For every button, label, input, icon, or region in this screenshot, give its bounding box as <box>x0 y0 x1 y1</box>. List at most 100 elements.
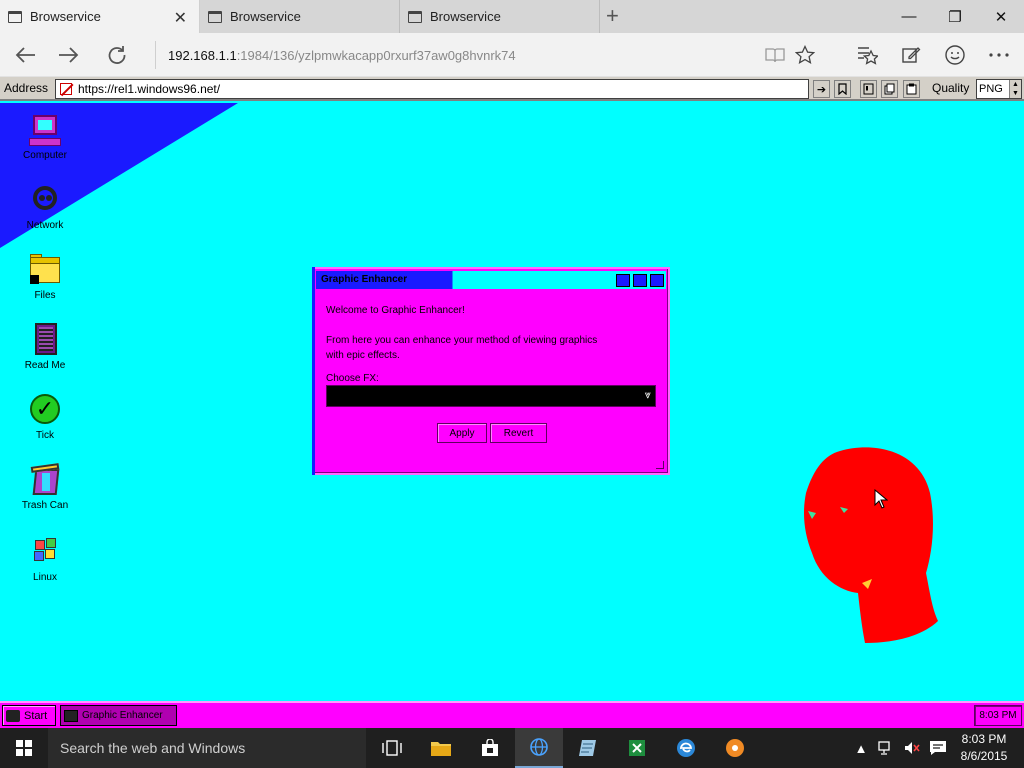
back-arrow-icon[interactable] <box>10 41 40 69</box>
desktop-icon-label: Computer <box>23 150 67 161</box>
page-icon <box>408 10 422 23</box>
window-edge <box>312 267 315 475</box>
bookmarks-list-icon[interactable] <box>860 80 877 98</box>
graphic-enhancer-window: Graphic Enhancer Welcome to Graphic Enha… <box>312 267 670 475</box>
network-tray-icon[interactable] <box>874 728 898 768</box>
bookmark-icon[interactable] <box>834 80 851 98</box>
edge-app-button[interactable] <box>662 728 710 768</box>
desktop-icon-readme[interactable]: Read Me <box>10 323 80 371</box>
win96-taskbar: Start Graphic Enhancer 8:03 PM <box>0 701 1024 728</box>
desktop-icon-label: Read Me <box>24 360 66 371</box>
search-box[interactable]: Search the web and Windows <box>48 728 366 768</box>
close-window-button[interactable]: ✕ <box>978 0 1024 33</box>
excel-icon <box>629 740 645 756</box>
favorite-star-icon[interactable] <box>790 41 820 69</box>
quality-spinner-icon[interactable]: ▲ ▼ <box>1009 80 1021 98</box>
readme-icon <box>28 323 62 357</box>
win96-start-button[interactable]: Start <box>2 705 56 726</box>
media-player-icon <box>726 739 744 757</box>
tray-overflow-icon[interactable]: ▲ <box>852 728 870 768</box>
clock-time: 8:03 PM <box>961 732 1007 746</box>
windows-start-button[interactable] <box>0 728 48 768</box>
quality-value: PNG <box>979 83 1003 95</box>
smiley-feedback-icon[interactable] <box>940 41 970 69</box>
desktop-icon-check[interactable]: ✓ Tick <box>10 393 80 441</box>
forward-arrow-icon[interactable] <box>54 41 84 69</box>
quality-select[interactable]: PNG ▲ ▼ <box>976 79 1022 99</box>
store-button[interactable] <box>466 728 514 768</box>
more-menu-icon[interactable] <box>984 41 1014 69</box>
hub-icon[interactable] <box>852 41 882 69</box>
fx-select[interactable]: ⩔ <box>326 385 656 407</box>
task-view-button[interactable] <box>368 728 416 768</box>
window-close-button[interactable] <box>650 274 664 287</box>
window-minimize-button[interactable] <box>616 274 630 287</box>
window-title: Graphic Enhancer <box>321 274 408 285</box>
window-icon <box>64 709 78 722</box>
action-center-icon[interactable] <box>926 728 950 768</box>
desktop-icon-label: Trash Can <box>21 500 69 511</box>
task-view-icon <box>382 740 402 756</box>
excel-app-button[interactable] <box>613 728 661 768</box>
volume-muted-icon[interactable] <box>900 728 924 768</box>
desktop-icon-computer[interactable]: Computer <box>10 113 80 161</box>
browser-tab-1[interactable]: Browservice ✕ <box>0 0 200 33</box>
go-arrow-icon[interactable]: ➔ <box>813 80 830 98</box>
computer-icon <box>28 113 62 147</box>
windows-taskbar: Search the web and Windows ▲ 8:03 PM 8/6… <box>0 728 1024 768</box>
new-tab-button[interactable]: + <box>606 3 619 29</box>
address-input[interactable]: https://rel1.windows96.net/ <box>55 79 809 99</box>
page-icon <box>8 10 22 23</box>
clipboard-icon[interactable] <box>903 80 920 98</box>
url-path: :1984/136/yzlpmwkacapp0rxurf37aw0g8hvnrk… <box>236 47 516 63</box>
window-titlebar[interactable]: Graphic Enhancer <box>316 271 666 289</box>
address-label: Address <box>4 81 49 95</box>
notepad-app-button[interactable] <box>564 728 612 768</box>
taskbar-item-graphic-enhancer[interactable]: Graphic Enhancer <box>60 705 177 726</box>
description-line-1: From here you can enhance your method of… <box>326 335 598 346</box>
browser-nav-bar: 192.168.1.1:1984/136/yzlpmwkacapp0rxurf3… <box>0 33 1024 77</box>
red-head-image <box>804 447 938 643</box>
browser-tab-2[interactable]: Browservice <box>200 0 400 33</box>
notepad-icon <box>579 740 596 756</box>
globe-icon <box>530 738 548 756</box>
browser-tab-3[interactable]: Browservice <box>400 0 600 33</box>
clock-date: 8/6/2015 <box>960 749 1008 763</box>
tab-title: Browservice <box>430 9 501 24</box>
revert-button[interactable]: Revert <box>490 423 547 443</box>
copy-icon[interactable] <box>881 80 898 98</box>
windows-logo-icon <box>16 740 32 756</box>
win96-desktop: Computer Network Files Read Me ✓ Tick Tr… <box>0 103 1024 701</box>
reading-view-icon[interactable] <box>760 41 790 69</box>
system-clock[interactable]: 8:03 PM 8/6/2015 <box>956 731 1012 765</box>
desktop-icon-label: Tick <box>36 430 54 441</box>
page-icon <box>208 10 222 23</box>
desktop-icon-trash[interactable]: Trash Can <box>10 463 80 511</box>
desktop-icon-network[interactable]: Network <box>10 183 80 231</box>
start-label: Start <box>24 709 48 722</box>
close-tab-icon[interactable]: ✕ <box>174 8 187 28</box>
browser-app-button[interactable] <box>515 728 563 768</box>
maximize-button[interactable]: ❐ <box>932 0 978 33</box>
browser-tab-bar: Browservice ✕ Browservice Browservice + … <box>0 0 1024 33</box>
media-app-button[interactable] <box>711 728 759 768</box>
description-line-2: with epic effects. <box>326 350 400 361</box>
desktop-icon-label: Files <box>34 290 56 301</box>
tab-title: Browservice <box>230 9 301 24</box>
trash-icon <box>28 463 62 497</box>
desktop-icon-logo[interactable]: Linux <box>10 535 80 583</box>
file-explorer-button[interactable] <box>417 728 465 768</box>
apply-button[interactable]: Apply <box>437 423 487 443</box>
url-bar[interactable]: 192.168.1.1:1984/136/yzlpmwkacapp0rxurf3… <box>156 40 832 70</box>
resize-grip-icon[interactable] <box>656 461 664 469</box>
store-icon <box>482 739 498 756</box>
refresh-icon[interactable] <box>102 41 132 69</box>
desktop-icon-files[interactable]: Files <box>10 253 80 301</box>
minimize-button[interactable]: — <box>886 0 932 33</box>
window-maximize-button[interactable] <box>633 274 647 287</box>
check-icon: ✓ <box>28 393 62 427</box>
address-value: https://rel1.windows96.net/ <box>78 82 221 96</box>
web-note-icon[interactable] <box>896 41 926 69</box>
folder-icon <box>431 742 451 756</box>
start-icon <box>6 709 20 722</box>
